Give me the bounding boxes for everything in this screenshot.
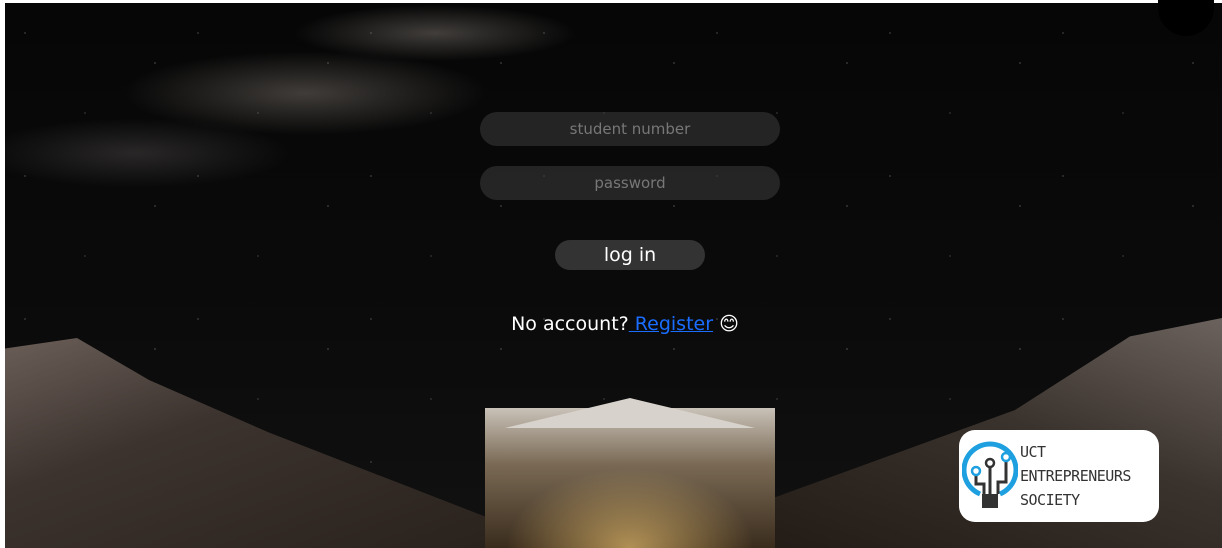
student-number-input[interactable] xyxy=(480,112,780,146)
building-lights xyxy=(505,468,755,548)
logo-line-1: UCT xyxy=(1020,443,1046,461)
lightbulb-circuit-icon xyxy=(962,441,1018,508)
register-link[interactable]: Register xyxy=(629,313,713,335)
password-input[interactable] xyxy=(480,166,780,200)
no-account-text: No account? xyxy=(511,313,629,335)
uct-entrepreneurs-society-logo[interactable]: UCT ENTREPRENEURS SOCIETY xyxy=(959,430,1159,522)
logo-text: UCT ENTREPRENEURS SOCIETY xyxy=(1020,440,1131,512)
register-prompt: No account? Register 😊 xyxy=(0,313,1222,335)
logo-line-3: SOCIETY xyxy=(1020,491,1080,509)
logo-line-2: ENTREPRENEURS xyxy=(1020,467,1131,485)
login-button[interactable]: log in xyxy=(555,240,705,270)
smile-emoji-icon: 😊 xyxy=(719,313,739,335)
